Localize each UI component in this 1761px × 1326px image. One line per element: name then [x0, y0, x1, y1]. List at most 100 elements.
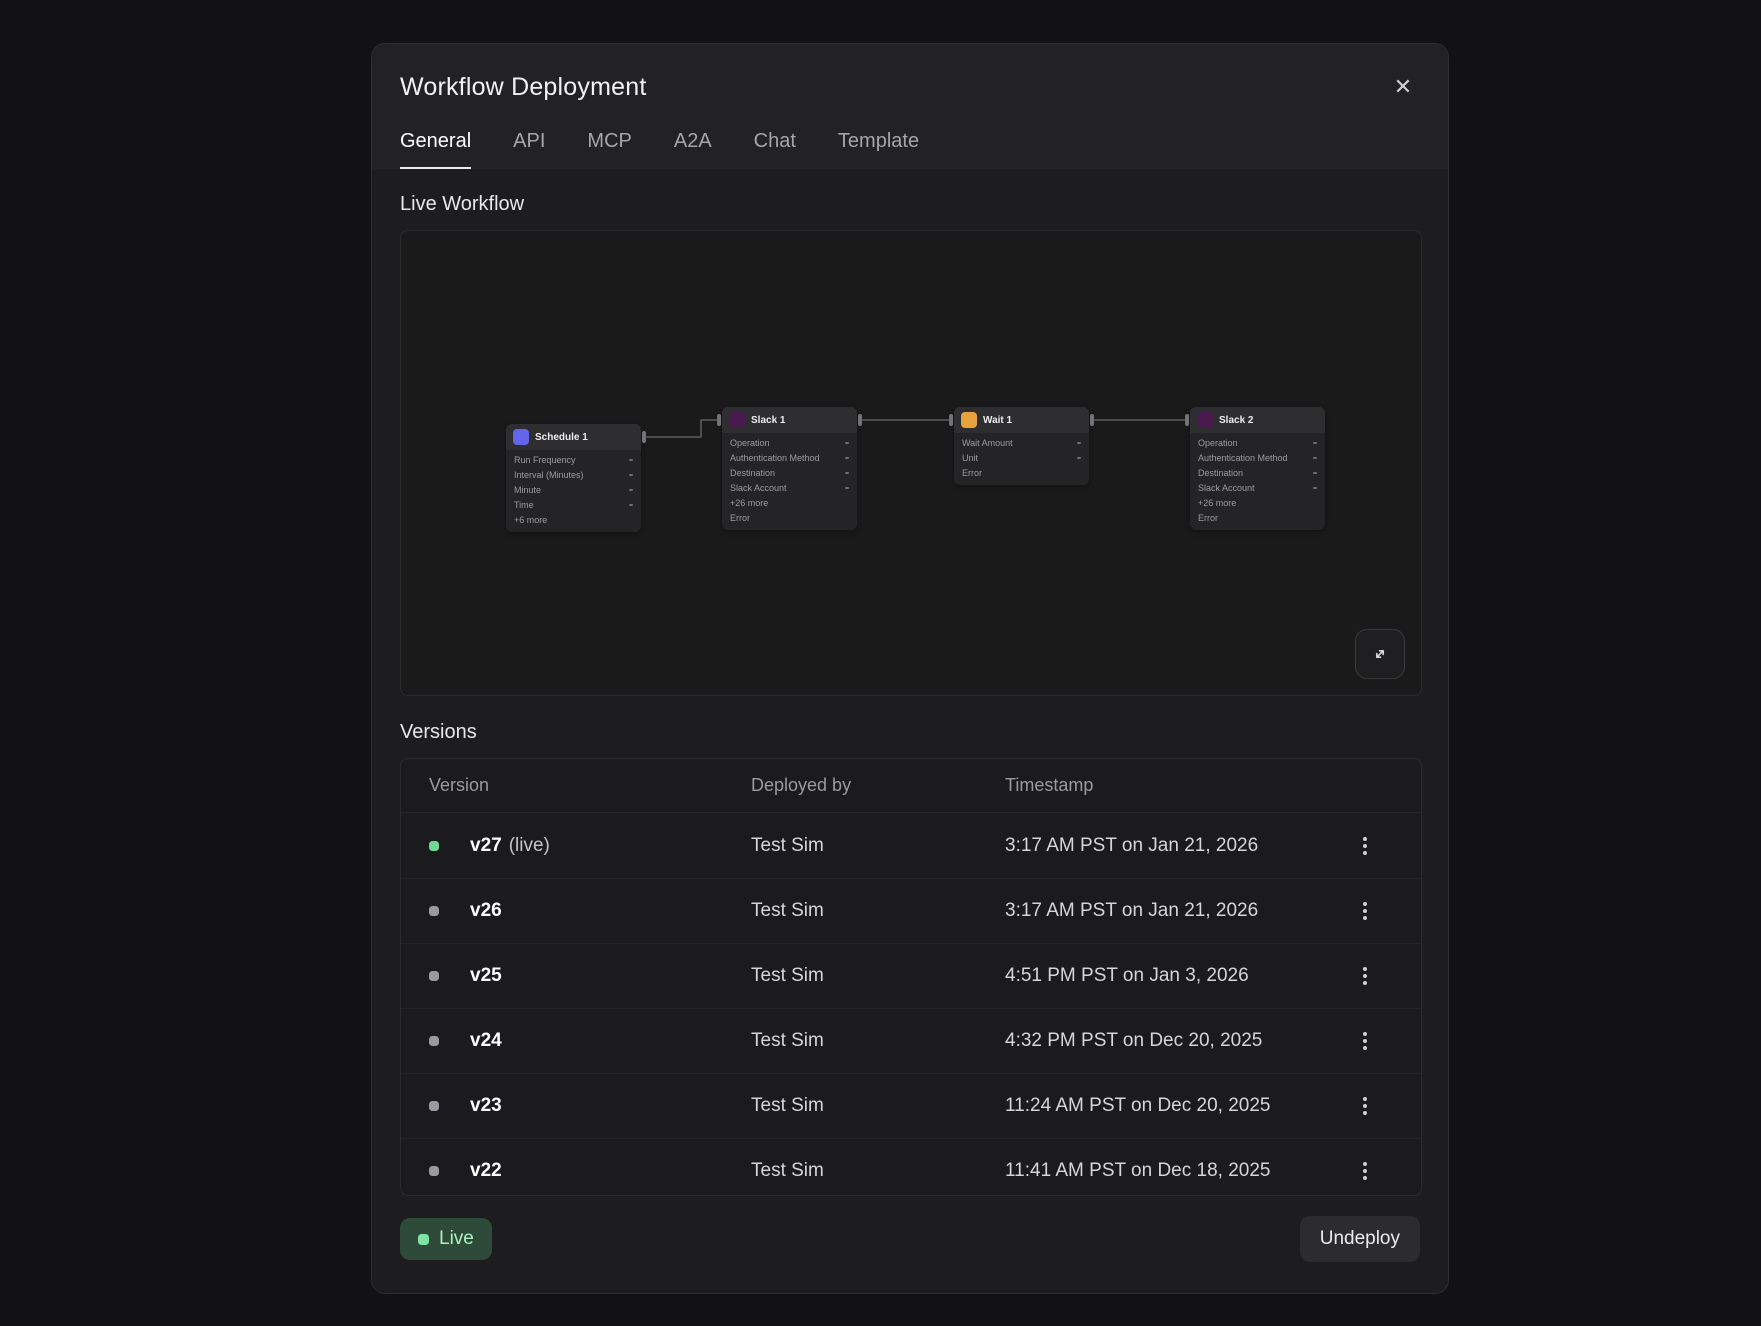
field-label: Time: [514, 500, 534, 510]
version-label: v25: [470, 965, 502, 986]
live-dot-icon: [418, 1234, 429, 1245]
version-status-dot: [429, 971, 439, 981]
version-status-dot: [429, 1036, 439, 1046]
node-field-row: Destination: [722, 465, 857, 480]
workflow-deployment-modal: Workflow Deployment ✕ General API MCP A2…: [371, 43, 1449, 1294]
kebab-menu-icon[interactable]: [1357, 896, 1373, 926]
live-workflow-title: Live Workflow: [400, 194, 1420, 214]
close-icon[interactable]: ✕: [1386, 70, 1420, 104]
node-port-left: [949, 414, 953, 426]
kebab-menu-icon[interactable]: [1357, 831, 1373, 861]
workflow-preview-panel: Schedule 1 Run Frequency Interval (Minut…: [400, 230, 1422, 696]
column-header-version: Version: [429, 775, 751, 796]
node-field-row: Slack Account: [1190, 480, 1325, 495]
modal-content: Live Workflow Schedule 1 Run Frequency I…: [372, 169, 1448, 1293]
field-label: Error: [730, 513, 750, 523]
field-label: Operation: [1198, 438, 1238, 448]
node-field-row: Time: [506, 497, 641, 512]
field-value-dash: [845, 472, 849, 474]
field-label: Slack Account: [730, 483, 787, 493]
deployed-by: Test Sim: [751, 835, 1005, 857]
field-value-dash: [1313, 457, 1317, 459]
tab-api[interactable]: API: [513, 130, 545, 169]
field-value-dash: [629, 504, 633, 506]
tab-a2a[interactable]: A2A: [674, 130, 712, 169]
slack-icon: [729, 412, 745, 428]
timestamp: 11:24 AM PST on Dec 20, 2025: [1005, 1095, 1337, 1117]
deployed-by: Test Sim: [751, 1095, 1005, 1117]
node-port-right: [642, 431, 646, 443]
tab-mcp[interactable]: MCP: [587, 130, 631, 169]
node-header: Wait 1: [954, 407, 1089, 433]
field-label: Minute: [514, 485, 541, 495]
field-value-dash: [845, 457, 849, 459]
node-field-row: +26 more: [1190, 495, 1325, 510]
field-label: Operation: [730, 438, 770, 448]
node-field-row: Destination: [1190, 465, 1325, 480]
node-field-row: Error: [1190, 510, 1325, 525]
node-fields: Run Frequency Interval (Minutes) Minute …: [506, 450, 641, 532]
tab-chat[interactable]: Chat: [754, 130, 796, 169]
kebab-menu-icon[interactable]: [1357, 1091, 1373, 1121]
version-suffix: (live): [509, 835, 550, 856]
modal-footer: Live Undeploy: [400, 1196, 1420, 1282]
field-value-dash: [1313, 442, 1317, 444]
node-port-right: [858, 414, 862, 426]
node-field-row: Operation: [722, 435, 857, 450]
tab-template[interactable]: Template: [838, 130, 919, 169]
version-status-dot: [429, 841, 439, 851]
modal-header: Workflow Deployment ✕ General API MCP A2…: [372, 44, 1448, 169]
node-fields: Wait Amount Unit Error: [954, 433, 1089, 485]
column-header-timestamp: Timestamp: [1005, 775, 1337, 796]
node-field-row: Minute: [506, 482, 641, 497]
node-port-left: [717, 414, 721, 426]
expand-button[interactable]: [1355, 629, 1405, 679]
node-title: Slack 2: [1219, 415, 1253, 426]
workflow-node: Slack 1 Operation Authentication Method …: [722, 407, 857, 530]
field-label: Wait Amount: [962, 438, 1013, 448]
undeploy-button[interactable]: Undeploy: [1300, 1216, 1420, 1262]
node-field-row: Wait Amount: [954, 435, 1089, 450]
node-title: Slack 1: [751, 415, 785, 426]
timer-icon: [961, 412, 977, 428]
field-value-dash: [1077, 457, 1081, 459]
field-label: Unit: [962, 453, 978, 463]
field-label: Error: [962, 468, 982, 478]
live-badge-label: Live: [439, 1228, 474, 1250]
slack-icon: [1197, 412, 1213, 428]
table-row: v27(live) Test Sim 3:17 AM PST on Jan 21…: [401, 813, 1421, 878]
field-label: Run Frequency: [514, 455, 576, 465]
node-field-row: +6 more: [506, 512, 641, 527]
field-value-dash: [629, 489, 633, 491]
field-value-dash: [1313, 472, 1317, 474]
version-status-dot: [429, 906, 439, 916]
kebab-menu-icon[interactable]: [1357, 1156, 1373, 1186]
tab-general[interactable]: General: [400, 130, 471, 169]
kebab-menu-icon[interactable]: [1357, 961, 1373, 991]
field-label: Authentication Method: [730, 453, 820, 463]
field-label: Slack Account: [1198, 483, 1255, 493]
node-field-row: Error: [722, 510, 857, 525]
deployed-by: Test Sim: [751, 965, 1005, 987]
field-value-dash: [845, 487, 849, 489]
workflow-node: Schedule 1 Run Frequency Interval (Minut…: [506, 424, 641, 532]
version-status-dot: [429, 1101, 439, 1111]
tab-label: API: [513, 130, 545, 152]
node-title: Wait 1: [983, 415, 1012, 426]
timestamp: 4:51 PM PST on Jan 3, 2026: [1005, 965, 1337, 987]
node-field-row: Authentication Method: [1190, 450, 1325, 465]
field-label: Error: [1198, 513, 1218, 523]
page-title: Workflow Deployment: [400, 73, 646, 102]
workflow-node: Slack 2 Operation Authentication Method …: [1190, 407, 1325, 530]
version-label: v27: [470, 835, 502, 856]
table-row: v24 Test Sim 4:32 PM PST on Dec 20, 2025: [401, 1008, 1421, 1073]
deployed-by: Test Sim: [751, 900, 1005, 922]
table-row: v23 Test Sim 11:24 AM PST on Dec 20, 202…: [401, 1073, 1421, 1138]
version-label: v23: [470, 1095, 502, 1116]
kebab-menu-icon[interactable]: [1357, 1026, 1373, 1056]
version-label: v22: [470, 1160, 502, 1181]
node-field-row: Authentication Method: [722, 450, 857, 465]
node-fields: Operation Authentication Method Destinat…: [1190, 433, 1325, 530]
node-field-row: Interval (Minutes): [506, 467, 641, 482]
node-title: Schedule 1: [535, 432, 588, 443]
